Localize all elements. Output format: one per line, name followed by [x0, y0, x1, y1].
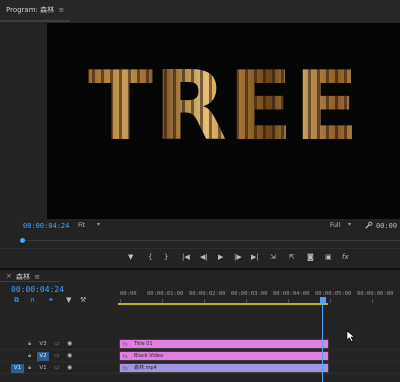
video-viewer[interactable]: TREE TREE	[47, 23, 400, 219]
lock-icon[interactable]: 🔒︎	[28, 364, 31, 372]
export-frame-icon[interactable]: ◙	[307, 252, 314, 262]
tab-underline	[0, 20, 70, 22]
transport-controls: ▼ { } |◀ ◀| ▶ |▶ ▶| ⇲ ⇱ ◙ ▣ fx	[0, 252, 400, 266]
panel-menu-icon[interactable]: ≡	[34, 273, 40, 281]
timeline-playhead-line[interactable]	[322, 303, 323, 382]
source-patch-v1[interactable]: V1	[11, 364, 24, 373]
eye-icon[interactable]: ◉	[67, 340, 72, 347]
chevron-down-icon[interactable]: ▾	[348, 221, 351, 228]
timeline-tools: ⧉ ∩ ⚭ ▼ ⚒	[14, 296, 94, 306]
add-marker-icon[interactable]: ▼	[128, 252, 133, 262]
clip-forest-mp4[interactable]: fx 森林.mp4	[119, 363, 329, 373]
sync-lock-icon[interactable]: ▭	[54, 352, 60, 359]
sequence-name: 森林	[16, 273, 30, 281]
timeline-playhead-handle[interactable]	[320, 297, 326, 303]
lock-icon[interactable]: 🔒︎	[28, 352, 31, 360]
track-area: 🔒︎ V3 ▭ ◉ fx Title 01 🔒︎ V2 ▭ ◉ fx Black…	[0, 306, 400, 382]
fx-icon[interactable]: fx	[342, 252, 349, 262]
ruler-tick	[330, 299, 331, 303]
program-monitor-tab[interactable]: Program: 森林 ≡	[6, 5, 64, 15]
time-ruler[interactable]: 00:00 00:00:01:00 00:00:02:00 00:00:03:0…	[118, 285, 400, 305]
wrench-icon[interactable]: ⚒	[80, 296, 86, 304]
program-monitor-title: Program: 森林	[6, 6, 55, 14]
insert-icon[interactable]: ⇲	[270, 252, 276, 262]
ruler-label: 00:00:03:00	[231, 291, 268, 297]
ruler-tick	[372, 299, 373, 303]
wrench-icon[interactable]	[364, 221, 373, 230]
sync-lock-icon[interactable]: ▭	[54, 364, 60, 371]
clip-label: Title 01	[134, 341, 153, 347]
work-area-bar[interactable]	[118, 303, 328, 305]
play-icon[interactable]: ▶	[218, 252, 223, 262]
close-icon[interactable]: ×	[6, 272, 12, 280]
nest-sequence-icon[interactable]: ⧉	[14, 296, 19, 304]
go-to-in-icon[interactable]: |◀	[182, 252, 190, 262]
ruler-label: 00:00:01:00	[147, 291, 184, 297]
eye-icon[interactable]: ◉	[67, 352, 72, 359]
track-row-v2: 🔒︎ V2 ▭ ◉ fx Black Video	[0, 351, 400, 362]
ruler-label: 00:00:02:00	[189, 291, 226, 297]
ruler-label: 00:00	[120, 291, 137, 297]
track-header-v1: V1 🔒︎ V1 ▭ ◉	[0, 363, 118, 374]
monitor-zoom-scrollbar[interactable]	[0, 248, 400, 249]
eye-icon[interactable]: ◉	[67, 364, 72, 371]
ruler-label: 00:00:04:00	[273, 291, 310, 297]
panel-menu-icon[interactable]: ≡	[58, 6, 64, 14]
fx-badge: fx	[123, 366, 128, 372]
duration-timecode: 00:00	[376, 222, 398, 230]
ruler-label: 00:00:06:00	[357, 291, 394, 297]
playhead-timecode[interactable]: 00:00:04:24	[23, 222, 69, 230]
fx-badge: fx	[123, 342, 128, 348]
monitor-scrub-bar[interactable]	[16, 236, 400, 244]
scrub-track	[20, 240, 400, 241]
sequence-timecode[interactable]: 00:00:04:24	[11, 285, 64, 294]
linked-selection-icon[interactable]: ⚭	[48, 296, 54, 304]
monitor-playhead[interactable]	[20, 238, 25, 243]
lock-icon[interactable]: 🔒︎	[28, 340, 31, 348]
step-back-icon[interactable]: ◀|	[200, 252, 208, 262]
track-header-v3: 🔒︎ V3 ▭ ◉	[0, 339, 118, 350]
comparison-view-icon[interactable]: ▣	[325, 252, 332, 262]
mark-out-icon[interactable]: }	[164, 252, 168, 262]
step-forward-icon[interactable]: |▶	[234, 252, 242, 262]
track-target-v2[interactable]: V2	[37, 352, 49, 361]
chevron-down-icon[interactable]: ▾	[97, 221, 100, 228]
clip-title-01[interactable]: fx Title 01	[119, 339, 329, 349]
clip-label: 森林.mp4	[134, 365, 157, 371]
forest-texture-overlay: TREE	[47, 60, 400, 155]
clip-black-video[interactable]: fx Black Video	[119, 351, 329, 361]
snap-icon[interactable]: ∩	[30, 296, 35, 304]
zoom-level-select[interactable]: Fit	[78, 222, 85, 229]
overwrite-icon[interactable]: ⇱	[289, 252, 295, 262]
track-row-v1: V1 🔒︎ V1 ▭ ◉ fx 森林.mp4	[0, 363, 400, 374]
track-header-v2: 🔒︎ V2 ▭ ◉	[0, 351, 118, 362]
fx-badge: fx	[123, 354, 128, 360]
tab-underline	[0, 281, 60, 282]
track-target-v1[interactable]: V1	[37, 364, 49, 373]
track-target-v3[interactable]: V3	[37, 340, 49, 349]
go-to-out-icon[interactable]: ▶|	[251, 252, 259, 262]
track-row-v3: 🔒︎ V3 ▭ ◉ fx Title 01	[0, 339, 400, 350]
playback-resolution-select[interactable]: Full	[330, 222, 340, 229]
mark-in-icon[interactable]: {	[148, 252, 152, 262]
mouse-cursor-icon	[346, 330, 356, 342]
add-marker-icon[interactable]: ▼	[66, 296, 71, 304]
clip-label: Black Video	[134, 353, 164, 359]
sync-lock-icon[interactable]: ▭	[54, 340, 60, 347]
